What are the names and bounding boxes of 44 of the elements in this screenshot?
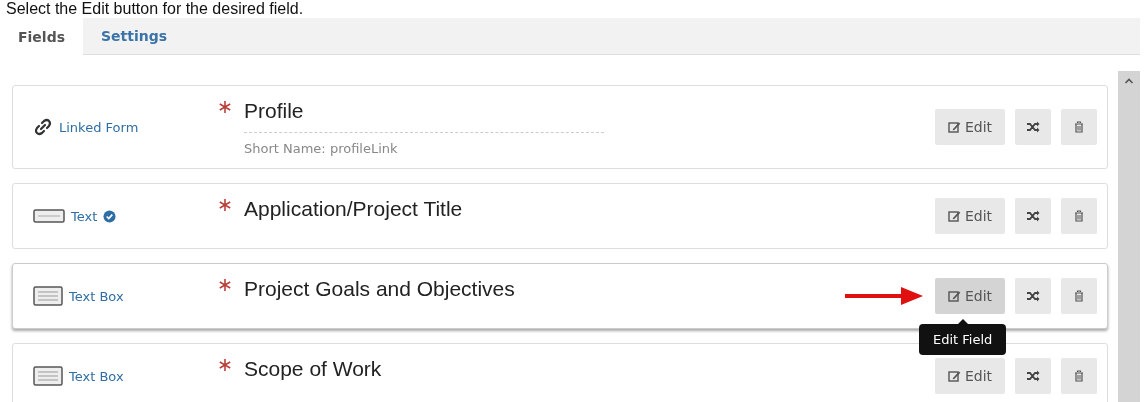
trash-icon: [1074, 370, 1084, 382]
field-title: Scope of Work: [244, 356, 382, 382]
short-name-text: Short Name: profileLink: [244, 132, 604, 156]
trash-icon: [1074, 290, 1084, 302]
tooltip: Edit Field: [919, 324, 1007, 355]
shuffle-icon: [1026, 210, 1040, 222]
tab[interactable]: Fields: [0, 18, 83, 55]
delete-button[interactable]: [1061, 278, 1097, 314]
shuffle-button[interactable]: [1015, 198, 1051, 234]
edit-icon: [947, 210, 961, 222]
delete-button[interactable]: [1061, 358, 1097, 394]
field-title: Project Goals and Objectives: [244, 276, 515, 302]
field-type-label: Text Box: [69, 288, 124, 304]
tab[interactable]: Settings: [83, 18, 186, 54]
text-area-icon: [33, 366, 63, 386]
field-title: Profile: [244, 98, 304, 124]
scroll-up-icon[interactable]: [1124, 77, 1134, 85]
text-area-icon: [33, 286, 63, 306]
shuffle-icon: [1026, 121, 1040, 133]
field-type-label: Text: [71, 208, 98, 224]
delete-button[interactable]: [1061, 109, 1097, 145]
edit-button[interactable]: Edit: [935, 278, 1005, 314]
edit-button[interactable]: Edit: [935, 198, 1005, 234]
shuffle-button[interactable]: [1015, 278, 1051, 314]
field-type-label: Linked Form: [59, 119, 139, 135]
text-input-icon: [33, 209, 65, 223]
field-title: Application/Project Title: [244, 196, 463, 222]
instruction-text: Select the Edit button for the desired field.: [5, 0, 305, 18]
scrollbar[interactable]: [1118, 71, 1140, 402]
trash-icon: [1074, 121, 1084, 133]
chain-link-icon: [33, 117, 53, 137]
trash-icon: [1074, 210, 1084, 222]
shuffle-button[interactable]: [1015, 358, 1051, 394]
shuffle-button[interactable]: [1015, 109, 1051, 145]
field-type-label: Text Box: [69, 368, 124, 384]
edit-button[interactable]: Edit: [935, 109, 1005, 145]
tooltip-pointer: [957, 319, 968, 324]
edit-button[interactable]: Edit: [935, 358, 1005, 394]
edit-icon: [947, 370, 961, 382]
edit-icon: [947, 121, 961, 133]
edit-icon: [947, 290, 961, 302]
delete-button[interactable]: [1061, 198, 1097, 234]
shuffle-icon: [1026, 290, 1040, 302]
shuffle-icon: [1026, 370, 1040, 382]
